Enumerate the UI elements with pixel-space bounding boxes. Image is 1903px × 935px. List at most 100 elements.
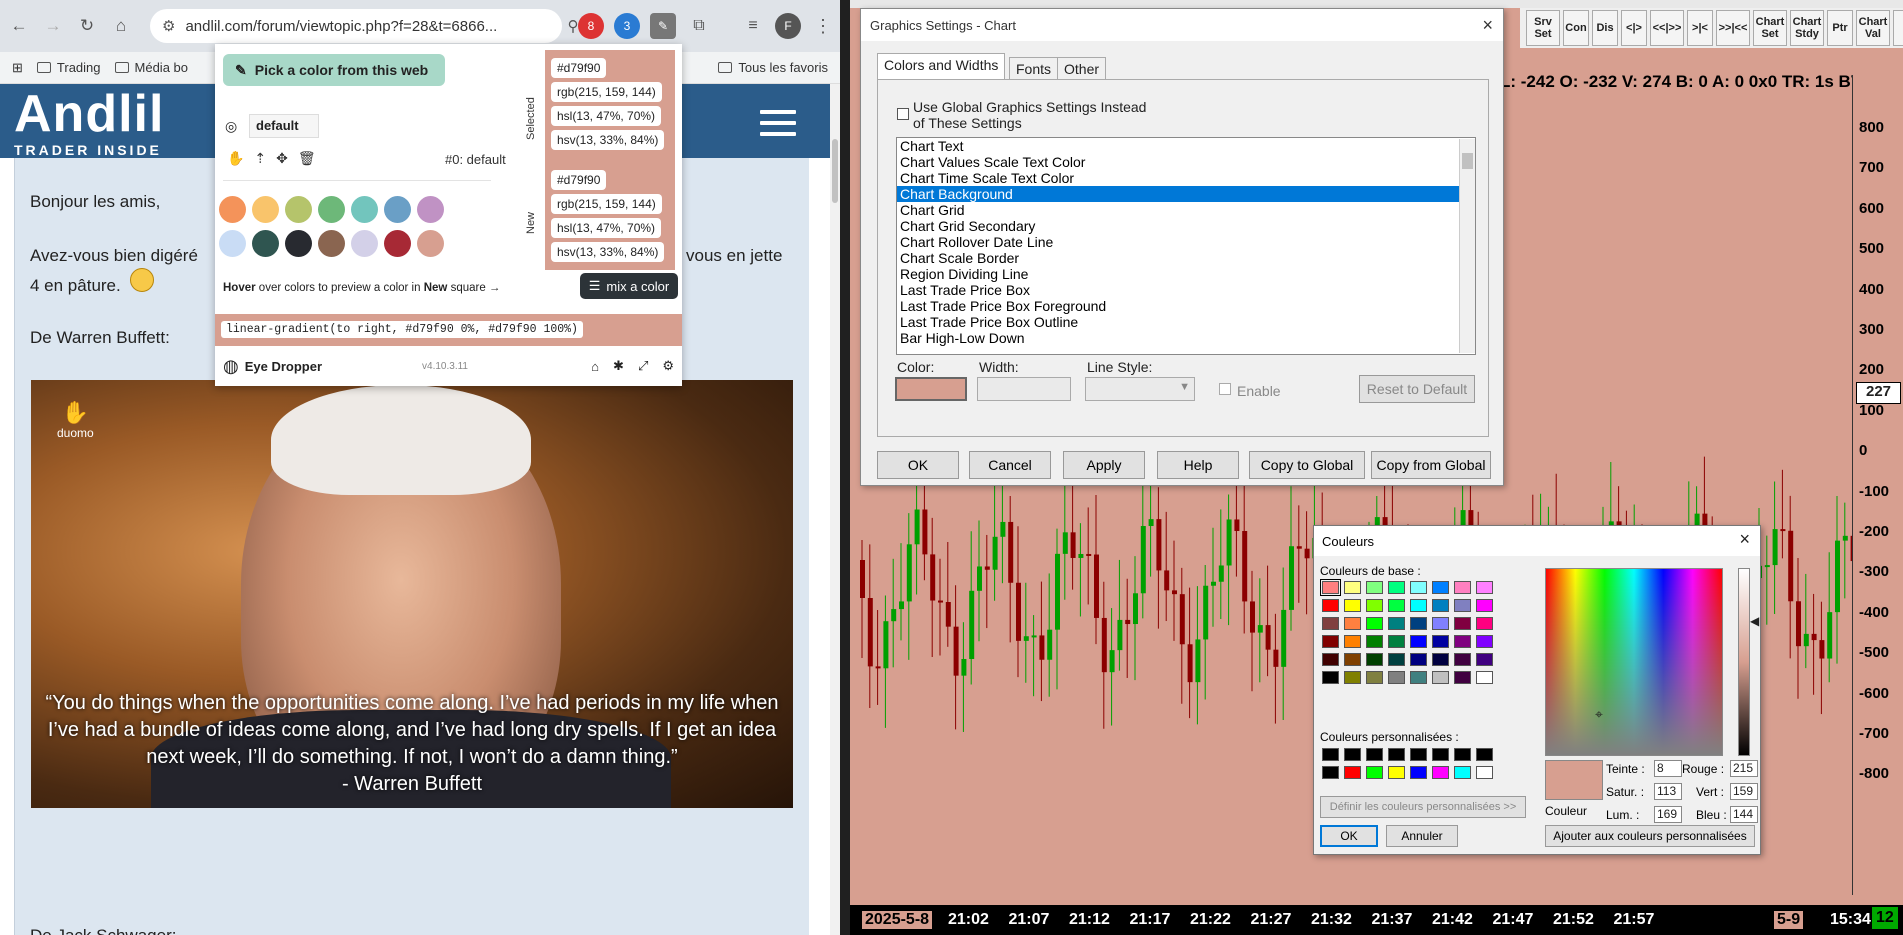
teinte-input[interactable]: 8 — [1654, 760, 1682, 777]
new-hsl[interactable]: hsl(13, 47%, 70%) — [551, 218, 662, 238]
base-color-cell[interactable] — [1454, 671, 1471, 684]
base-color-cell[interactable] — [1366, 653, 1383, 666]
copy-to-global-button[interactable]: Copy to Global — [1249, 451, 1365, 479]
base-color-cell[interactable] — [1320, 579, 1341, 596]
base-color-cell[interactable] — [1410, 671, 1427, 684]
base-color-cell[interactable] — [1432, 653, 1449, 666]
list-item[interactable]: Last Trade Price Box — [897, 282, 1475, 298]
time-axis[interactable]: 2025-5-8 5-9 15:34 12 21:02 21:07 21:12 21:… — [850, 905, 1903, 935]
custom-color-cell[interactable] — [1432, 748, 1449, 761]
base-color-cell[interactable] — [1410, 581, 1427, 594]
address-bar[interactable]: ⚙ andlil.com/forum/viewtopic.php?f=28&t=… — [150, 9, 602, 43]
color-swatch[interactable] — [417, 196, 444, 223]
pick-color-button[interactable]: ✎ Pick a color from this web — [223, 54, 445, 86]
home-icon[interactable]: ⌂ — [106, 11, 136, 41]
color-swatch[interactable] — [417, 230, 444, 257]
color-swatch[interactable] — [219, 196, 246, 223]
toolbar-button[interactable]: Con — [1563, 10, 1589, 46]
palette-name-input[interactable]: default — [249, 114, 319, 138]
bug-icon[interactable]: ✱ — [613, 358, 624, 374]
reset-default-button[interactable]: Reset to Default — [1359, 375, 1475, 403]
color-swatch[interactable] — [252, 196, 279, 223]
back-icon[interactable]: ← — [4, 11, 34, 41]
custom-color-cell[interactable] — [1410, 766, 1427, 779]
add-custom-color-button[interactable]: Ajouter aux couleurs personnalisées — [1545, 825, 1755, 847]
base-color-cell[interactable] — [1432, 635, 1449, 648]
base-color-cell[interactable] — [1344, 635, 1361, 648]
profile-avatar[interactable]: F — [775, 13, 801, 39]
color-swatch[interactable] — [384, 196, 411, 223]
define-custom-colors-button[interactable]: Définir les couleurs personnalisées >> — [1320, 796, 1526, 818]
site-settings-icon[interactable]: ⚙ — [162, 17, 175, 35]
toolbar-button[interactable]: Dis — [1592, 10, 1618, 46]
cancel-button[interactable]: Annuler — [1386, 825, 1458, 847]
lum-input[interactable]: 169 — [1654, 806, 1682, 823]
enable-checkbox[interactable] — [1219, 383, 1231, 395]
price-axis[interactable]: 800 700 600 500 400 300 200 100 0 -100 -200 -300 -40… — [1852, 75, 1903, 895]
extensions-puzzle-icon[interactable]: ⧉ — [686, 13, 712, 39]
bleu-input[interactable]: 144 — [1730, 806, 1758, 823]
base-color-cell[interactable] — [1388, 671, 1405, 684]
hue-saturation-spectrum[interactable] — [1545, 568, 1723, 756]
selected-rgb[interactable]: rgb(215, 159, 144) — [551, 82, 662, 102]
base-color-cell[interactable] — [1476, 617, 1493, 630]
base-color-cell[interactable] — [1476, 671, 1493, 684]
scrollbar-thumb[interactable] — [832, 139, 838, 203]
base-color-cell[interactable] — [1344, 653, 1361, 666]
tab-colors-widths[interactable]: Colors and Widths — [877, 53, 1006, 81]
list-scrollbar-thumb[interactable] — [1462, 153, 1473, 169]
list-item[interactable]: Chart Scale Border — [897, 250, 1475, 266]
zoom-icon[interactable]: ⚲ — [568, 17, 579, 35]
adblock-icon[interactable]: 8 — [578, 13, 604, 39]
color-swatch[interactable] — [285, 196, 312, 223]
list-item[interactable]: Chart Time Scale Text Color — [897, 170, 1475, 186]
base-color-cell[interactable] — [1454, 581, 1471, 594]
custom-color-cell[interactable] — [1344, 748, 1361, 761]
toolbar-button[interactable]: >|< — [1687, 10, 1713, 46]
base-color-cell[interactable] — [1454, 635, 1471, 648]
custom-color-cell[interactable] — [1322, 748, 1339, 761]
help-button[interactable]: Help — [1157, 451, 1239, 479]
slider-arrow-icon[interactable]: ◀ — [1750, 614, 1759, 628]
custom-color-cell[interactable] — [1388, 766, 1405, 779]
satur-input[interactable]: 113 — [1654, 783, 1682, 800]
copy-from-global-button[interactable]: Copy from Global — [1371, 451, 1491, 479]
toolbar-button[interactable]: >>|<< — [1716, 10, 1750, 46]
base-color-cell[interactable] — [1388, 617, 1405, 630]
expand-icon[interactable]: ⤢ — [638, 358, 648, 374]
list-item[interactable]: Last Trade Price Box Outline — [897, 314, 1475, 330]
list-item[interactable]: Chart Grid Secondary — [897, 218, 1475, 234]
color-swatch[interactable] — [285, 230, 312, 257]
bookmark-folder-trading[interactable]: Trading — [36, 60, 101, 75]
base-color-cell[interactable] — [1432, 599, 1449, 612]
color-swatch[interactable] — [219, 230, 246, 257]
mix-color-button[interactable]: ☰ mix a color — [580, 273, 678, 299]
custom-color-cell[interactable] — [1454, 748, 1471, 761]
base-color-cell[interactable] — [1366, 635, 1383, 648]
new-hsv[interactable]: hsv(13, 33%, 84%) — [551, 242, 665, 262]
palette-tools-icons[interactable]: ✋⇡✥🗑 — [227, 150, 326, 167]
base-color-cell[interactable] — [1322, 599, 1339, 612]
base-color-cell[interactable] — [1388, 581, 1405, 594]
list-item[interactable]: Bar High-Low Down — [897, 330, 1475, 346]
color-swatch[interactable] — [384, 230, 411, 257]
reading-list-icon[interactable]: ≡ — [740, 13, 766, 39]
bookmark-folder-media[interactable]: Média bo — [114, 60, 188, 75]
base-color-cell[interactable] — [1344, 671, 1361, 684]
new-hex[interactable]: #d79f90 — [551, 170, 607, 190]
base-color-cell[interactable] — [1322, 671, 1339, 684]
width-spinner[interactable] — [977, 377, 1071, 401]
custom-color-cell[interactable] — [1322, 766, 1339, 779]
base-color-cell[interactable] — [1432, 671, 1449, 684]
base-color-cell[interactable] — [1454, 653, 1471, 666]
base-color-cell[interactable] — [1454, 599, 1471, 612]
toolbar-button[interactable]: <|> — [1621, 10, 1647, 46]
base-color-cell[interactable] — [1344, 599, 1361, 612]
base-color-cell[interactable] — [1388, 635, 1405, 648]
list-item[interactable]: Chart Values Scale Text Color — [897, 154, 1475, 170]
list-item[interactable]: Chart Background — [897, 186, 1475, 202]
base-color-cell[interactable] — [1454, 617, 1471, 630]
base-color-cell[interactable] — [1476, 635, 1493, 648]
page-scrollbar[interactable] — [830, 84, 840, 935]
extension-icon[interactable]: 3 — [614, 13, 640, 39]
